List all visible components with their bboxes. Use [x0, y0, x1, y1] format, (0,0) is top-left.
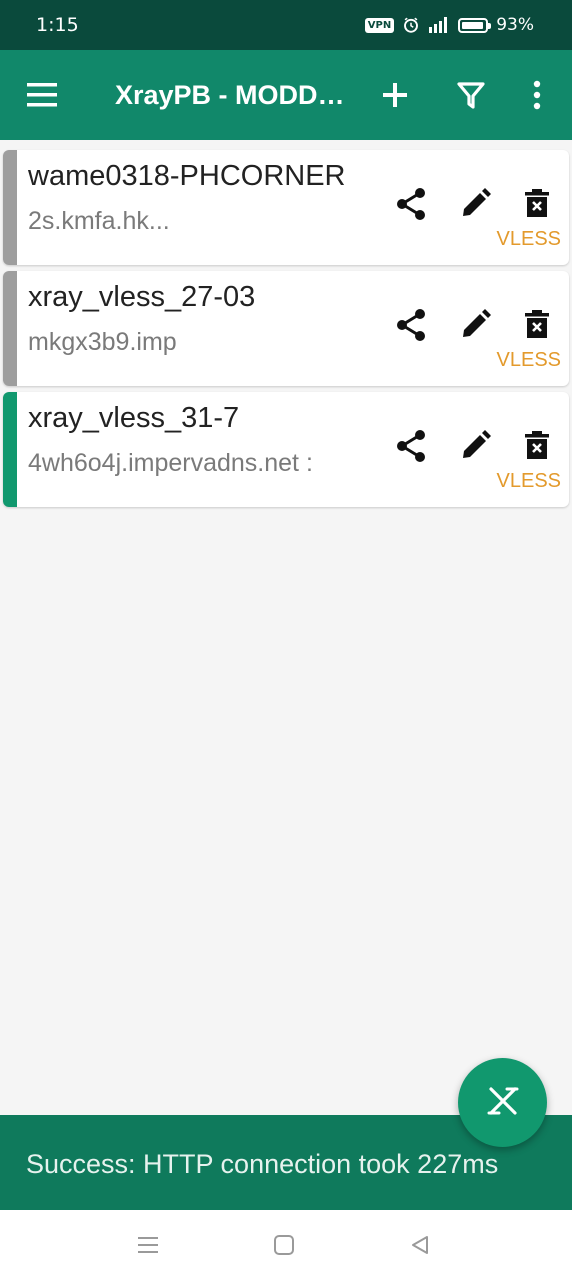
protocol-type-label: VLESS — [496, 228, 561, 250]
hamburger-menu-icon[interactable] — [24, 79, 64, 111]
delete-icon[interactable] — [517, 305, 557, 345]
battery-percent: 93% — [496, 15, 534, 35]
app-title: XrayPB - MODDED — [115, 80, 345, 110]
plus-icon[interactable] — [378, 78, 412, 112]
share-icon[interactable] — [391, 184, 431, 224]
xray-logo-icon — [485, 1086, 521, 1120]
server-card[interactable]: xray_vless_27-03 mkgx3b9.imp VLESS — [3, 271, 569, 386]
app-bar: XrayPB - MODDED — [0, 50, 572, 140]
home-icon[interactable] — [270, 1232, 298, 1258]
more-vertical-icon[interactable] — [524, 78, 550, 112]
edit-pencil-icon[interactable] — [455, 184, 495, 224]
server-list: wame0318-PHCORNER 2s.kmfa.hk... VLESS xr… — [3, 150, 569, 513]
edit-pencil-icon[interactable] — [455, 426, 495, 466]
status-icons: VPN 93% — [364, 15, 534, 35]
vpn-icon: VPN — [364, 17, 395, 33]
server-info: xray_vless_27-03 mkgx3b9.imp — [28, 279, 373, 358]
protocol-type-label: VLESS — [496, 470, 561, 492]
server-info: xray_vless_31-7 4wh6o4j.impervadns.net : — [28, 400, 373, 479]
edit-pencil-icon[interactable] — [455, 305, 495, 345]
delete-icon[interactable] — [517, 426, 557, 466]
server-actions — [391, 184, 561, 224]
delete-icon[interactable] — [517, 184, 557, 224]
connect-fab-button[interactable] — [458, 1058, 547, 1147]
server-address: 2s.kmfa.hk... — [28, 207, 170, 235]
share-icon[interactable] — [391, 305, 431, 345]
server-card[interactable]: xray_vless_31-7 4wh6o4j.impervadns.net :… — [3, 392, 569, 507]
server-actions — [391, 305, 561, 345]
alarm-icon — [402, 16, 420, 34]
server-card[interactable]: wame0318-PHCORNER 2s.kmfa.hk... VLESS — [3, 150, 569, 265]
server-status-indicator — [3, 271, 17, 386]
server-info: wame0318-PHCORNER 2s.kmfa.hk... — [28, 158, 373, 237]
server-status-indicator — [3, 392, 17, 507]
back-icon[interactable] — [406, 1232, 434, 1258]
server-address: 4wh6o4j.impervadns.net : — [28, 449, 313, 477]
server-name: wame0318-PHCORNER — [28, 160, 346, 192]
snackbar-message: Success: HTTP connection took 227ms — [26, 1149, 499, 1179]
protocol-type-label: VLESS — [496, 349, 561, 371]
signal-icon — [428, 16, 450, 34]
system-nav-bar — [0, 1210, 572, 1280]
server-name: xray_vless_31-7 — [28, 402, 240, 434]
status-bar: 1:15 VPN 93% — [0, 0, 572, 50]
server-status-indicator — [3, 150, 17, 265]
share-icon[interactable] — [391, 426, 431, 466]
server-name: xray_vless_27-03 — [28, 281, 256, 313]
server-address: mkgx3b9.imp — [28, 328, 177, 356]
recent-apps-icon[interactable] — [134, 1232, 162, 1258]
status-time: 1:15 — [36, 14, 79, 36]
server-actions — [391, 426, 561, 466]
battery-icon — [458, 17, 492, 33]
filter-icon[interactable] — [455, 78, 487, 112]
